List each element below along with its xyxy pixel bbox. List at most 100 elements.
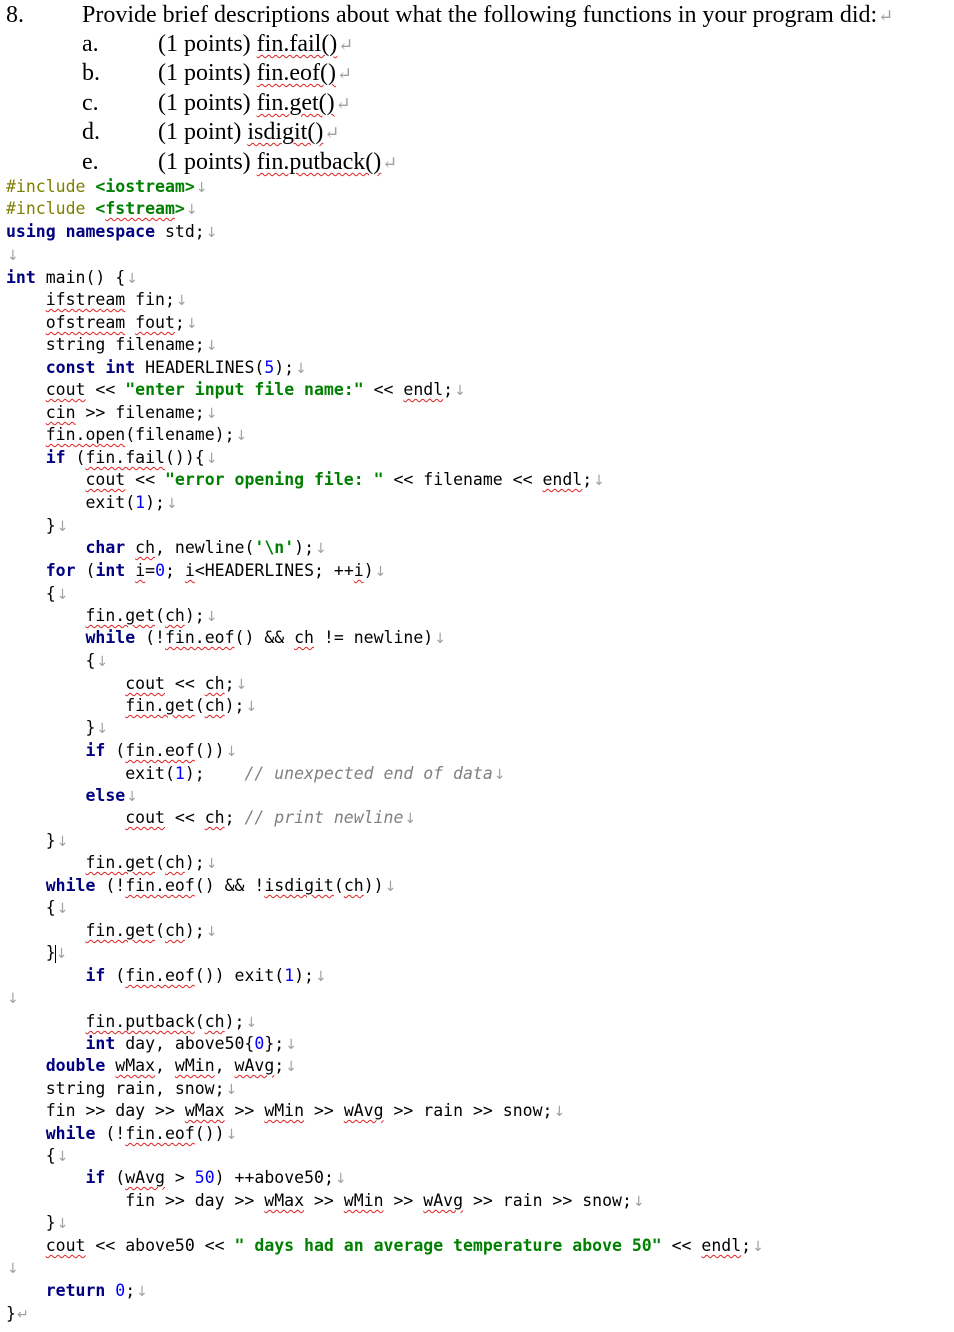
code-line: const int HEADERLINES(5);↓ — [45, 358, 307, 377]
line-break-icon: ↓ — [384, 879, 397, 895]
code-line: while (!fin.eof())↓ — [45, 1124, 238, 1143]
code-line: exit(1);↓ — [6, 493, 178, 512]
code-line: }↓ — [6, 943, 68, 963]
question-number: 8. — [6, 2, 24, 28]
code-line: ofstream fout;↓ — [45, 313, 198, 332]
code-line: {↓ — [6, 651, 109, 670]
item-letter: a. — [82, 31, 99, 57]
code-line: if (fin.fail()){↓ — [45, 448, 218, 467]
line-break-icon: ↓ — [136, 1284, 148, 1300]
code-line: fin >> day >> wMax >> wMin >> wAvg >> ra… — [6, 1101, 566, 1120]
code-line: {↓ — [6, 584, 69, 603]
line-break-icon: ↓ — [752, 1239, 764, 1255]
question-prompt: Provide brief descriptions about what th… — [82, 0, 893, 31]
line-break-icon: ↓ — [235, 428, 248, 444]
code-line: fin.get(ch);↓ — [125, 696, 258, 715]
line-break-icon: ↓ — [185, 202, 198, 218]
code-line: cin >> filename;↓ — [45, 403, 218, 422]
line-break-icon: ↓ — [225, 1127, 238, 1143]
code-line: int day, above50{0};↓ — [85, 1034, 297, 1053]
code-line: }↵ — [6, 1304, 29, 1323]
code-line: ↓ — [6, 1257, 19, 1279]
item-function: fin.eof() — [256, 60, 336, 86]
line-break-icon: ↓ — [295, 361, 307, 377]
code-line: cout << ch;↓ — [125, 674, 248, 693]
code-line: }↓ — [6, 516, 69, 535]
paragraph-mark-icon: ↵ — [338, 35, 354, 55]
item-letter: b. — [82, 60, 100, 86]
paragraph-mark-icon: ↵ — [335, 94, 351, 114]
line-break-icon: ↓ — [205, 338, 218, 354]
line-break-icon: ↓ — [593, 473, 605, 489]
item-function: fin.get() — [256, 90, 335, 116]
code-line: ↓ — [6, 987, 19, 1009]
paragraph-mark-icon: ↵ — [16, 1307, 29, 1323]
line-break-icon: ↓ — [7, 991, 19, 1007]
code-line: ↓ — [6, 244, 19, 266]
code-line: string filename;↓ — [6, 335, 218, 354]
code-line: }↓ — [6, 1213, 69, 1232]
line-break-icon: ↓ — [175, 293, 188, 309]
line-break-icon: ↓ — [285, 1037, 297, 1053]
code-line: int main() {↓ — [6, 268, 138, 287]
line-break-icon: ↓ — [7, 248, 19, 264]
code-line: ifstream fin;↓ — [45, 290, 188, 309]
line-break-icon: ↓ — [225, 1082, 238, 1098]
code-line: fin.get(ch);↓ — [85, 606, 218, 625]
line-break-icon: ↓ — [315, 969, 327, 985]
line-break-icon: ↓ — [205, 451, 218, 467]
line-break-icon: ↓ — [245, 1015, 258, 1031]
item-letter: c. — [82, 90, 99, 116]
code-line: while (!fin.eof() && !isdigit(ch))↓ — [45, 876, 397, 895]
line-break-icon: ↓ — [235, 677, 248, 693]
item-points: (1 points) — [158, 149, 251, 175]
code-line: cout << "enter input file name:" << endl… — [45, 380, 466, 399]
line-break-icon: ↓ — [205, 609, 218, 625]
line-break-icon: ↓ — [434, 631, 446, 647]
line-break-icon: ↓ — [205, 924, 218, 940]
line-break-icon: ↓ — [493, 767, 506, 783]
line-break-icon: ↓ — [454, 383, 466, 399]
line-break-icon: ↓ — [632, 1194, 645, 1210]
item-function: fin.fail() — [256, 31, 338, 57]
code-line: using namespace std;↓ — [6, 222, 218, 241]
item-points: (1 points) — [158, 31, 251, 57]
line-break-icon: ↓ — [55, 946, 68, 962]
line-break-icon: ↓ — [315, 541, 327, 557]
line-break-icon: ↓ — [205, 225, 218, 241]
line-break-icon: ↓ — [126, 271, 138, 287]
line-break-icon: ↓ — [205, 856, 218, 872]
code-line: #include <fstream>↓ — [6, 199, 198, 218]
line-break-icon: ↓ — [205, 406, 218, 422]
line-break-icon: ↓ — [96, 654, 109, 670]
paragraph-mark-icon: ↵ — [878, 6, 894, 26]
line-break-icon: ↓ — [225, 744, 238, 760]
item-function: fin.putback() — [256, 149, 382, 175]
line-break-icon: ↓ — [195, 180, 208, 196]
paragraph-mark-icon: ↵ — [324, 123, 340, 143]
line-break-icon: ↓ — [56, 1216, 69, 1232]
code-line: cout << above50 << " days had an average… — [45, 1236, 764, 1255]
line-break-icon: ↓ — [334, 1171, 347, 1187]
line-break-icon: ↓ — [285, 1059, 297, 1075]
code-line: for (int i=0; i<HEADERLINES; ++i)↓ — [45, 561, 387, 580]
prompt-text: Provide brief descriptions about what th… — [82, 2, 878, 28]
code-line: }↓ — [6, 718, 109, 737]
line-break-icon: ↓ — [126, 789, 138, 805]
code-line: cout << ch; // print newline↓ — [125, 808, 417, 827]
line-break-icon: ↓ — [56, 1149, 69, 1165]
code-line: if (fin.eof()) exit(1);↓ — [85, 966, 327, 985]
code-line: string rain, snow;↓ — [6, 1079, 238, 1098]
code-line: return 0;↓ — [45, 1281, 148, 1300]
code-line: exit(1); // unexpected end of data↓ — [6, 764, 506, 783]
code-line: #include <iostream>↓ — [6, 177, 208, 196]
line-break-icon: ↓ — [56, 519, 69, 535]
code-line: fin.putback(ch);↓ — [85, 1012, 258, 1031]
paragraph-mark-icon: ↵ — [336, 64, 353, 84]
code-line: while (!fin.eof() && ch != newline)↓ — [85, 628, 446, 647]
line-break-icon: ↓ — [7, 1261, 19, 1277]
line-break-icon: ↓ — [56, 587, 69, 603]
code-line: {↓ — [6, 1146, 69, 1165]
code-line: else↓ — [85, 786, 138, 805]
line-break-icon: ↓ — [165, 496, 178, 512]
